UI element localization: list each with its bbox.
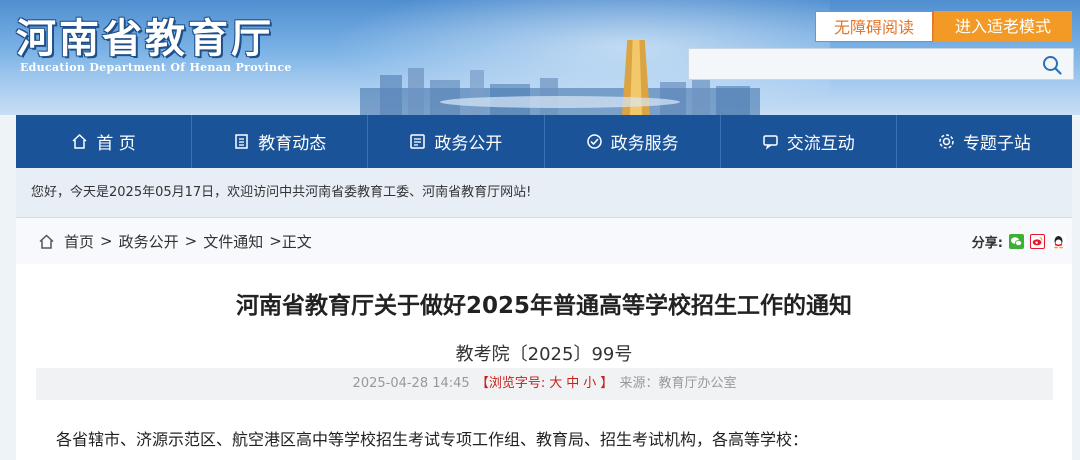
nav-item-government-affairs[interactable]: 政务公开 xyxy=(368,115,545,168)
wechat-icon[interactable] xyxy=(1009,233,1024,249)
publish-date: 2025-04-28 14:45 xyxy=(352,376,470,391)
article-title: 河南省教育厅关于做好2025年普通高等学校招生工作的通知 xyxy=(235,293,852,319)
breadcrumb-file-notices[interactable]: 文件通知 xyxy=(203,231,263,252)
topic-icon xyxy=(939,134,954,149)
document-number: 教考院〔2025〕99号 xyxy=(455,344,633,365)
site-header: 河南省教育厅 Education Department Of Henan Pro… xyxy=(0,0,1080,115)
service-icon xyxy=(586,134,602,149)
breadcrumb-separator: > xyxy=(100,232,113,250)
article-panel: 河南省教育厅关于做好2025年普通高等学校招生工作的通知 教考院〔2025〕99… xyxy=(16,264,1072,460)
article-meta: 2025-04-28 14:45 【浏览字号: 大中小】 来源：教育厅办公室 xyxy=(36,368,1053,400)
site-logo-en: Education Department Of Henan Province xyxy=(20,61,292,74)
home-icon xyxy=(72,133,87,149)
nav-item-label: 专题子站 xyxy=(962,134,1031,154)
breadcrumb-separator: > xyxy=(269,232,282,250)
breadcrumb-government-affairs[interactable]: 政务公开 xyxy=(119,231,179,252)
breadcrumb-home[interactable]: 首页 xyxy=(64,231,94,252)
search-input[interactable] xyxy=(688,48,1074,80)
font-size-medium[interactable]: 中 xyxy=(566,376,579,391)
share-label: 分享: xyxy=(971,235,1003,251)
search-icon[interactable] xyxy=(1041,54,1063,76)
nav-item-home[interactable]: 首 页 xyxy=(16,115,193,168)
nav-item-topic-sites[interactable]: 专题子站 xyxy=(897,115,1072,168)
weibo-icon[interactable] xyxy=(1030,233,1045,249)
article-first-paragraph: 各省辖市、济源示范区、航空港区高中等学校招生考试专项工作组、教育局、招生考试机构… xyxy=(56,430,809,449)
font-size-small[interactable]: 小 xyxy=(583,376,596,391)
qq-icon[interactable] xyxy=(1051,233,1066,249)
font-size-close: 】 xyxy=(600,376,614,391)
accessible-reading-button[interactable]: 无障碍阅读 xyxy=(815,11,933,42)
breadcrumb-bar: 首页 > 政务公开 > 文件通知 > 正文 分享: xyxy=(16,218,1072,265)
main-nav: 首 页 教育动态 政务公开 政务服务 交流互动 专题子站 xyxy=(16,115,1072,168)
news-icon xyxy=(235,134,248,149)
breadcrumb-current: 正文 xyxy=(281,232,312,251)
breadcrumb-separator: > xyxy=(184,232,198,250)
welcome-message: 您好，今天是2025年05月17日，欢迎访问中共河南省委教育工委、河南省教育厅网… xyxy=(16,168,1072,218)
nav-item-government-service[interactable]: 政务服务 xyxy=(545,115,721,168)
nav-item-label: 政务公开 xyxy=(434,134,503,154)
share-bar: 分享: xyxy=(972,218,1066,264)
article-source: 来源：教育厅办公室 xyxy=(619,376,737,391)
nav-item-label: 交流互动 xyxy=(786,134,855,154)
document-icon xyxy=(410,134,426,149)
font-size-large[interactable]: 大 xyxy=(549,376,562,391)
font-size-label: 【浏览字号: xyxy=(475,376,546,391)
site-logo-cn[interactable]: 河南省教育厅 xyxy=(16,6,274,64)
font-size-switcher: 【浏览字号: 大中小】 xyxy=(474,376,615,391)
nav-item-label: 政务服务 xyxy=(610,134,679,154)
nav-item-label: 首 页 xyxy=(96,134,136,154)
nav-item-label: 教育动态 xyxy=(258,134,327,154)
chat-icon xyxy=(763,135,778,150)
home-icon xyxy=(39,233,54,249)
elder-mode-button[interactable]: 进入适老模式 xyxy=(934,11,1072,42)
nav-item-education-news[interactable]: 教育动态 xyxy=(192,115,369,168)
breadcrumb: 首页 > 政务公开 > 文件通知 > 正文 xyxy=(38,218,312,264)
nav-item-interaction[interactable]: 交流互动 xyxy=(721,115,897,168)
